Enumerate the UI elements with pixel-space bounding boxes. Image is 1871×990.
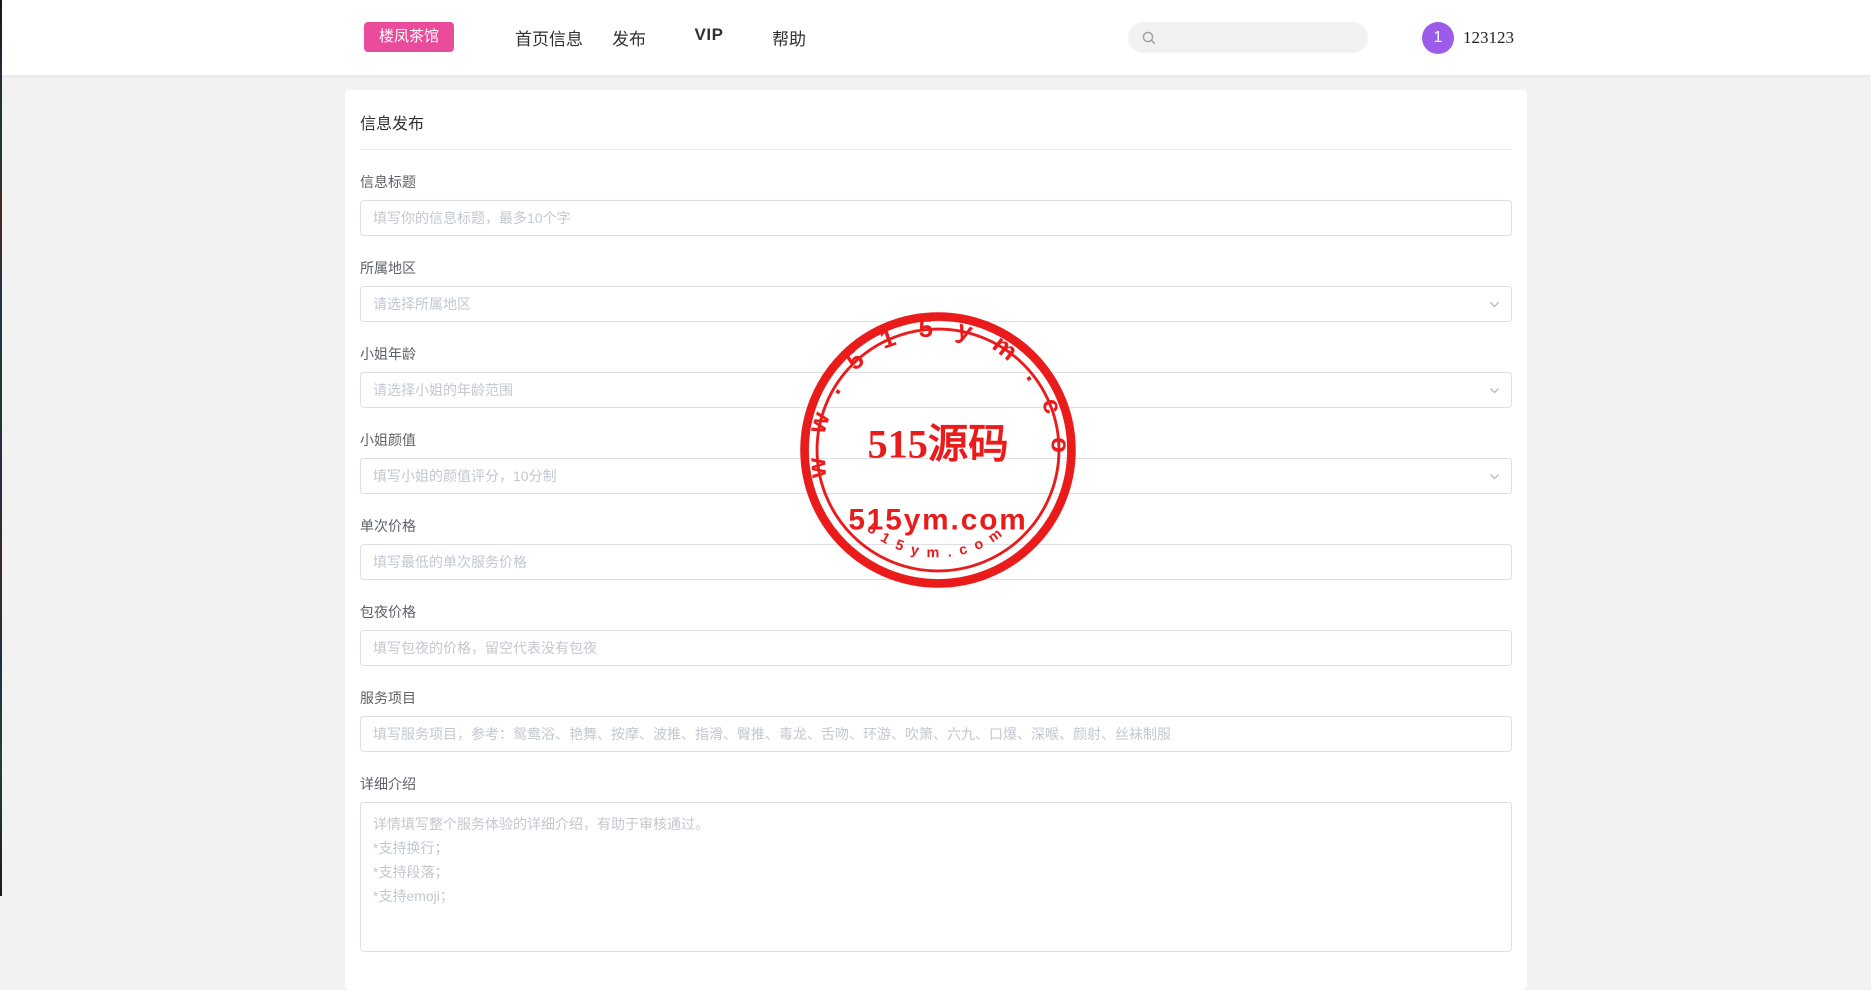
field-services: 服务项目: [360, 689, 1512, 752]
search-icon: [1141, 30, 1157, 46]
field-title-label: 信息标题: [360, 173, 1512, 192]
field-description-label: 详细介绍: [360, 775, 1512, 794]
top-navigation-bar: 楼凤茶馆 首页信息 发布 VIP 帮助 1 123123: [0, 0, 1871, 75]
single-price-input[interactable]: [360, 544, 1512, 580]
services-input[interactable]: [360, 716, 1512, 752]
field-region: 所属地区: [360, 259, 1512, 322]
user-menu[interactable]: 1 123123: [1422, 0, 1514, 75]
main-nav: 首页信息 发布 VIP 帮助: [509, 0, 829, 75]
field-services-label: 服务项目: [360, 689, 1512, 708]
region-select[interactable]: [360, 286, 1512, 322]
avatar[interactable]: 1: [1422, 22, 1454, 54]
page-title: 信息发布: [360, 106, 1512, 150]
nav-item-home[interactable]: 首页信息: [509, 25, 589, 50]
nav-item-vip[interactable]: VIP: [669, 25, 749, 50]
brand-logo-button[interactable]: 楼凤茶馆: [364, 22, 454, 52]
field-title: 信息标题: [360, 173, 1512, 236]
field-age-label: 小姐年龄: [360, 345, 1512, 364]
field-single-price: 单次价格: [360, 517, 1512, 580]
overnight-price-input[interactable]: [360, 630, 1512, 666]
username-label: 123123: [1463, 28, 1514, 48]
age-select[interactable]: [360, 372, 1512, 408]
publish-form-card: 信息发布 信息标题 所属地区 小姐年龄 小姐颜值: [345, 90, 1527, 990]
field-description: 详细介绍: [360, 775, 1512, 952]
description-textarea[interactable]: [360, 802, 1512, 952]
nav-item-help[interactable]: 帮助: [749, 25, 829, 50]
field-overnight-price-label: 包夜价格: [360, 603, 1512, 622]
field-overnight-price: 包夜价格: [360, 603, 1512, 666]
field-looks-score: 小姐颜值: [360, 431, 1512, 494]
search-bar[interactable]: [1128, 22, 1368, 53]
field-looks-label: 小姐颜值: [360, 431, 1512, 450]
looks-select[interactable]: [360, 458, 1512, 494]
nav-item-publish[interactable]: 发布: [589, 25, 669, 50]
field-single-price-label: 单次价格: [360, 517, 1512, 536]
title-input[interactable]: [360, 200, 1512, 236]
field-region-label: 所属地区: [360, 259, 1512, 278]
field-age: 小姐年龄: [360, 345, 1512, 408]
search-input[interactable]: [1157, 22, 1368, 53]
left-edge-background-sliver: [0, 0, 2, 896]
